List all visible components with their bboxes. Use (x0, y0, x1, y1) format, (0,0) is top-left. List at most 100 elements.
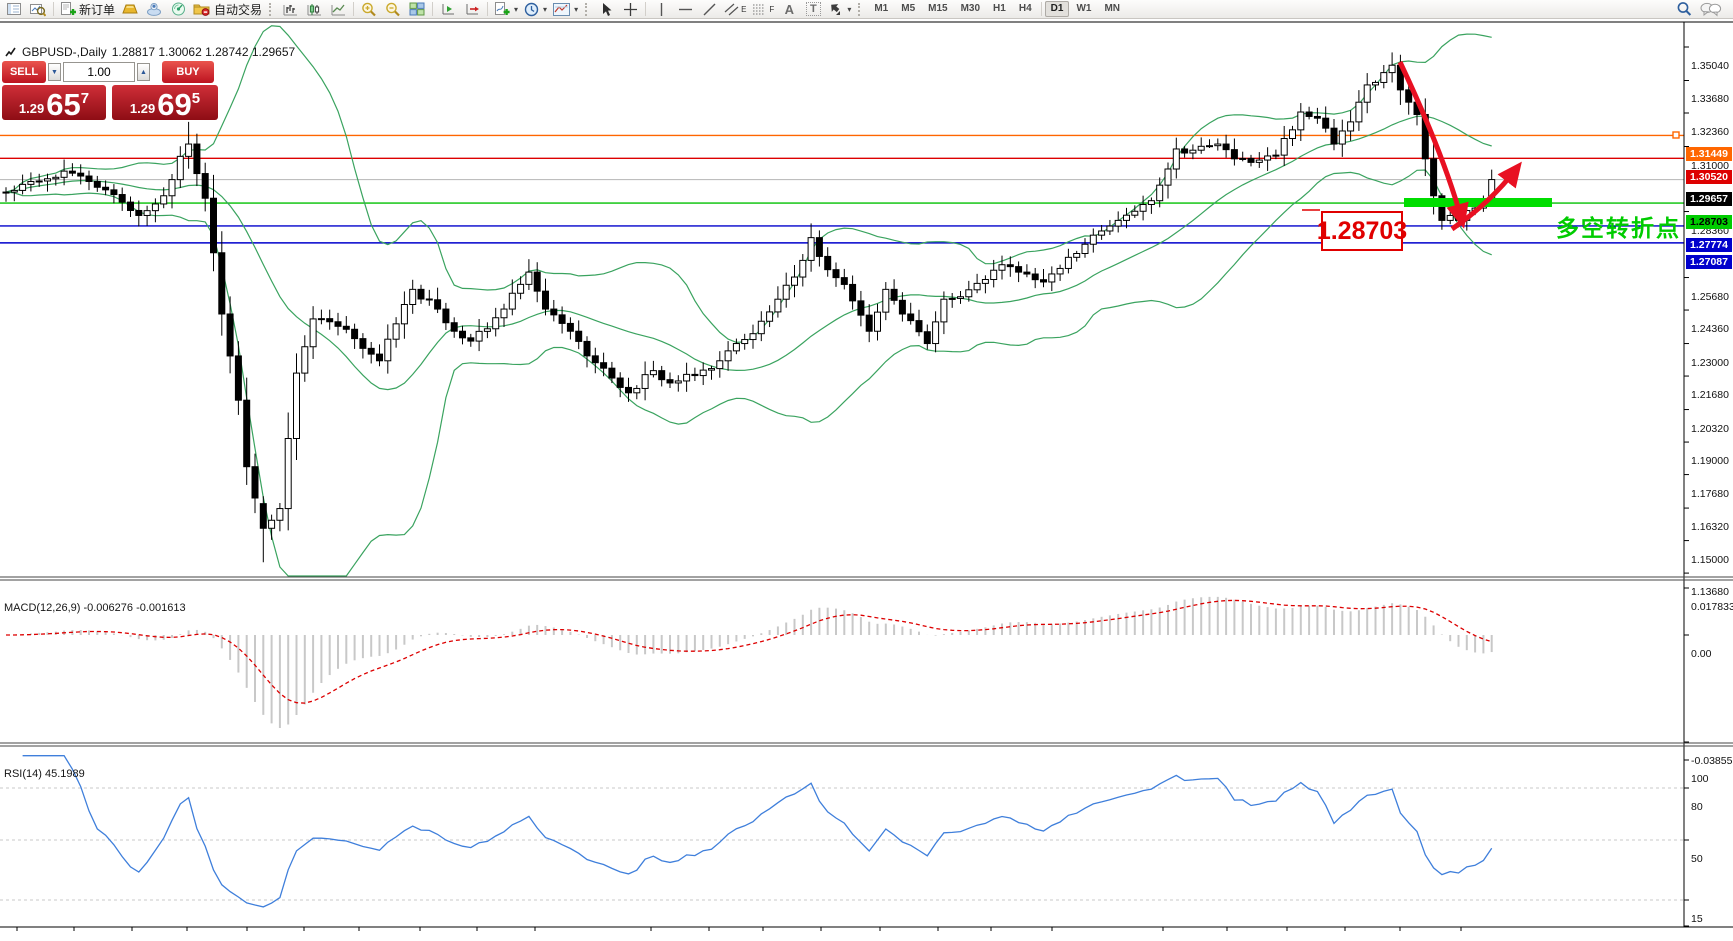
indicators-dropdown-arrow[interactable]: ▾ (514, 5, 518, 14)
line-chart-icon (331, 2, 346, 16)
buy-button[interactable]: BUY (162, 61, 214, 83)
zoom-out-button[interactable] (382, 1, 404, 18)
macd-axis-label: 0.00 (1691, 648, 1711, 660)
price-annotation-box[interactable]: 1.28703 (1321, 211, 1403, 251)
autotrading-label: 自动交易 (214, 1, 262, 18)
horizontal-line-tool-button[interactable] (674, 1, 696, 18)
market-depth-button[interactable] (119, 1, 141, 18)
price-tick-label: 1.16320 (1691, 521, 1729, 533)
auto-scroll-button[interactable] (437, 1, 459, 18)
templates-dropdown-arrow[interactable]: ▾ (574, 5, 578, 14)
rsi-axis-label: 100 (1691, 773, 1709, 785)
arrow-shapes-icon (828, 2, 843, 16)
price-tick-label: 1.33680 (1691, 93, 1729, 105)
price-marker-1.30520: 1.30520 (1686, 170, 1732, 184)
cursor-tool-button[interactable] (595, 1, 617, 18)
price-marker-1.28703: 1.28703 (1686, 215, 1732, 229)
timeframe-h4[interactable]: H4 (1013, 1, 1038, 17)
toolbar-separator (1041, 2, 1042, 16)
indicators-icon (494, 2, 510, 17)
indicators-button[interactable]: ▾ (492, 1, 520, 18)
candlestick-icon (307, 2, 322, 16)
new-order-button[interactable]: 新订单 (58, 1, 117, 18)
equidistant-channel-tool-button[interactable]: E (722, 1, 748, 18)
line-chart-mode-button[interactable] (327, 1, 349, 18)
macd-axis-label: -0.038559 (1691, 755, 1733, 767)
price-tick-label: 1.21680 (1691, 389, 1729, 401)
timeframe-m1[interactable]: M1 (868, 1, 894, 17)
buy-price-button[interactable]: 1.29 69 5 (112, 85, 218, 120)
price-marker-1.31449: 1.31449 (1686, 147, 1732, 161)
price-tick-label: 1.35040 (1691, 60, 1729, 72)
sell-price-button[interactable]: 1.29 65 7 (2, 85, 106, 120)
gold-ingot-icon (122, 3, 139, 16)
chart-window-button[interactable] (3, 1, 25, 18)
template-icon (553, 3, 570, 16)
toolbar-drag-handle[interactable] (858, 3, 863, 16)
periods-button[interactable]: ▾ (522, 1, 549, 18)
main-toolbar: 新订单 自动交易 ▾ ▾ (0, 0, 1733, 19)
text-tool-letter: A (785, 2, 794, 17)
tile-windows-button[interactable] (406, 1, 428, 18)
timeframe-m5[interactable]: M5 (895, 1, 921, 17)
toolbar-drag-handle[interactable] (585, 3, 590, 16)
timeframe-mn[interactable]: MN (1098, 1, 1126, 17)
toolbar-separator (645, 2, 646, 16)
arrows-tool-button[interactable]: ▾ (826, 1, 853, 18)
volume-increase-button[interactable]: ▲ (137, 63, 150, 81)
templates-button[interactable]: ▾ (551, 1, 580, 18)
sell-price-major: 1.29 (19, 101, 44, 116)
volume-input[interactable] (63, 62, 135, 82)
channel-letter: E (741, 5, 746, 14)
text-box-letter: T (806, 2, 821, 16)
price-tick-label: 1.24360 (1691, 323, 1729, 335)
timeframe-m30[interactable]: M30 (955, 1, 986, 17)
new-order-label: 新订单 (79, 1, 115, 18)
text-label-tool-button[interactable]: A (778, 1, 800, 18)
fibonacci-tool-button[interactable]: F (750, 1, 776, 18)
price-tick-label: 1.17680 (1691, 488, 1729, 500)
chart-title: GBPUSD-,Daily 1.28817 1.30062 1.28742 1.… (5, 45, 295, 59)
trendline-tool-button[interactable] (698, 1, 720, 18)
vertical-line-tool-button[interactable] (650, 1, 672, 18)
sell-button[interactable]: SELL (2, 61, 46, 83)
mql5-community-button[interactable] (143, 1, 165, 18)
macd-axis-label: 0.017833 (1691, 601, 1733, 613)
buy-price-pips: 69 (157, 89, 191, 120)
chart-shift-button[interactable] (461, 1, 483, 18)
trendline-icon (702, 2, 717, 17)
timeframe-m15[interactable]: M15 (922, 1, 953, 17)
chat-icon[interactable] (1700, 2, 1722, 17)
toolbar-separator (353, 2, 354, 16)
ohlc-values: 1.28817 1.30062 1.28742 1.29657 (112, 45, 296, 59)
crosshair-tool-button[interactable] (619, 1, 641, 18)
timeframe-group: M1M5M15M30H1H4 D1W1MN (868, 1, 1126, 17)
fibonacci-grid-icon (752, 2, 768, 17)
timeframe-h1[interactable]: H1 (987, 1, 1012, 17)
autotrading-button[interactable]: 自动交易 (191, 1, 264, 18)
toolbar-drag-handle[interactable] (269, 3, 274, 16)
price-tick-label: 1.23000 (1691, 357, 1729, 369)
candlestick-mode-button[interactable] (303, 1, 325, 18)
auto-scroll-icon (441, 2, 456, 16)
toolbar-separator (432, 2, 433, 16)
bar-chart-icon (283, 2, 298, 16)
text-box-tool-button[interactable]: T (802, 1, 824, 18)
macd-indicator-label: MACD(12,26,9) -0.006276 -0.001613 (4, 602, 186, 614)
bar-chart-mode-button[interactable] (279, 1, 301, 18)
zoom-in-button[interactable] (358, 1, 380, 18)
signals-button[interactable] (167, 1, 189, 18)
toolbar-separator (487, 2, 488, 16)
volume-decrease-button[interactable]: ▼ (48, 63, 61, 81)
search-icon[interactable] (1676, 1, 1692, 17)
candlestick-chart[interactable] (0, 0, 1733, 941)
arrows-dropdown-arrow[interactable]: ▾ (847, 5, 851, 14)
crosshair-icon (623, 2, 638, 17)
timeframe-d1[interactable]: D1 (1045, 1, 1070, 17)
profiles-button[interactable] (27, 1, 49, 18)
price-tick-label: 1.19000 (1691, 455, 1729, 467)
periods-dropdown-arrow[interactable]: ▾ (543, 5, 547, 14)
tile-windows-icon (409, 2, 425, 16)
timeframe-w1[interactable]: W1 (1070, 1, 1097, 17)
horizontal-line-icon (678, 5, 693, 14)
